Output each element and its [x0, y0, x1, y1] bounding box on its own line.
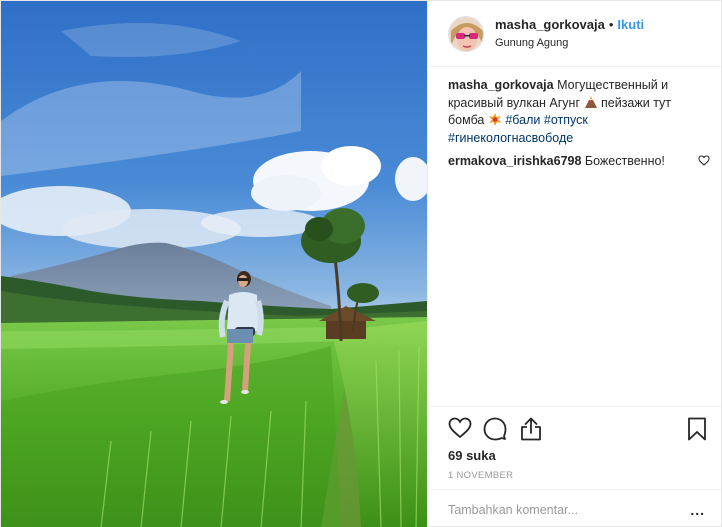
post-header: masha_gorkovaja • Ikuti Gunung Agung	[428, 1, 721, 67]
hashtag-link[interactable]: #отпуск	[544, 113, 588, 127]
hashtag-link[interactable]: #гинекологнасвободе	[448, 131, 573, 145]
likes-count[interactable]: 69 suka	[448, 448, 496, 463]
comment-icon[interactable]	[483, 417, 507, 441]
comment-item: ermakova_irishka6798 Божественно!	[448, 153, 710, 171]
volcano-emoji-icon	[584, 95, 597, 108]
comment-like-heart-icon[interactable]	[698, 155, 710, 166]
post-side-panel: masha_gorkovaja • Ikuti Gunung Agung mas…	[427, 1, 721, 527]
post-location[interactable]: Gunung Agung	[495, 35, 644, 51]
author-username[interactable]: masha_gorkovaja	[495, 17, 605, 33]
heart-icon[interactable]	[448, 417, 472, 439]
post-photo[interactable]	[1, 1, 427, 527]
post-author: masha_gorkovaja • Ikuti Gunung Agung	[495, 17, 644, 51]
bookmark-icon[interactable]	[687, 417, 707, 441]
comment-username[interactable]: masha_gorkovaja	[448, 78, 554, 92]
hashtag-link[interactable]: #бали	[505, 113, 540, 127]
add-comment-input[interactable]	[448, 500, 678, 520]
comments-list: masha_gorkovaja Могущественный и красивы…	[448, 77, 710, 177]
avatar-image	[449, 16, 483, 51]
avatar[interactable]	[448, 15, 484, 52]
post-date: 1 NOVEMBER	[448, 470, 514, 481]
rice-field-volcano-photo	[1, 1, 427, 527]
collision-emoji-icon	[488, 113, 502, 126]
comment-username[interactable]: ermakova_irishka6798	[448, 154, 581, 168]
comment-text: Божественно!	[584, 154, 665, 168]
add-comment-bar: ...	[428, 489, 721, 527]
more-options-button[interactable]: ...	[690, 502, 705, 518]
separator-dot: •	[608, 16, 614, 32]
share-icon[interactable]	[520, 417, 542, 441]
follow-button[interactable]: Ikuti	[617, 17, 644, 33]
action-bar	[428, 406, 721, 449]
instagram-post: masha_gorkovaja • Ikuti Gunung Agung mas…	[0, 0, 722, 527]
caption-comment: masha_gorkovaja Могущественный и красивы…	[448, 77, 710, 147]
